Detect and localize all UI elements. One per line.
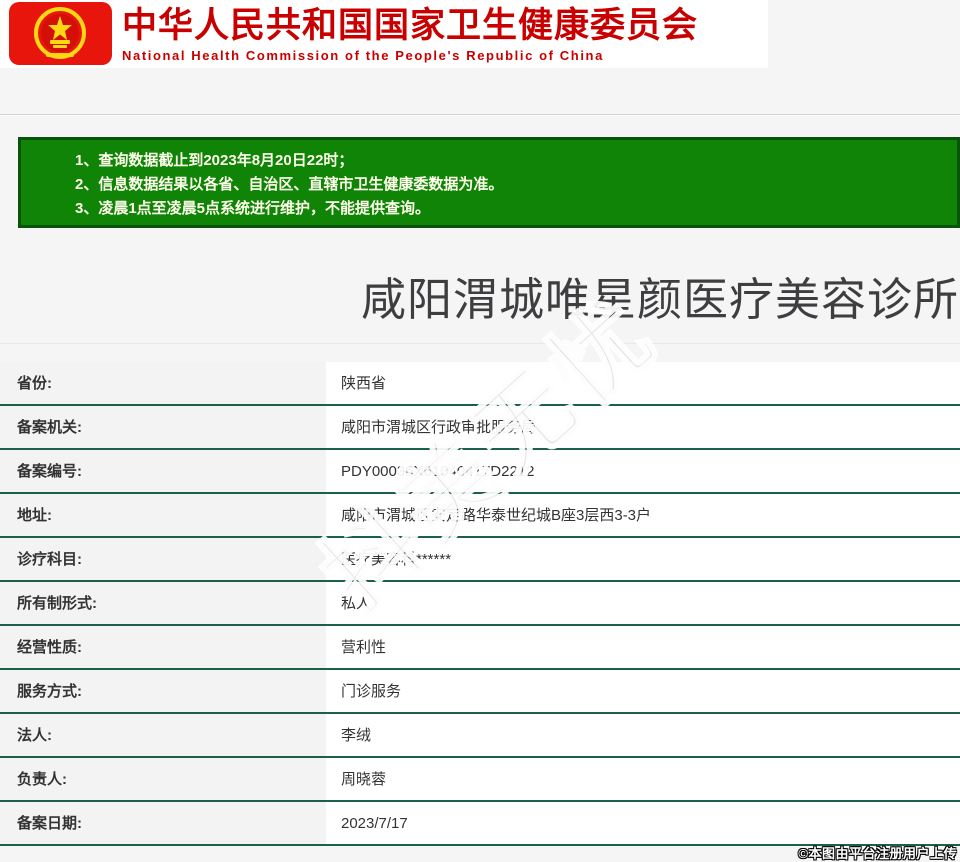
notice-box: 1、查询数据截止到2023年8月20日22时； 2、信息数据结果以各省、自治区、… bbox=[18, 137, 960, 228]
table-row-service-mode: 服务方式: 门诊服务 bbox=[0, 670, 960, 714]
field-label: 法人: bbox=[0, 714, 326, 756]
table-row-legal-person: 法人: 李绒 bbox=[0, 714, 960, 758]
field-label: 备案机关: bbox=[0, 406, 326, 448]
site-header: 中华人民共和国国家卫生健康委员会 National Health Commiss… bbox=[0, 0, 768, 68]
site-title-english: National Health Commission of the People… bbox=[122, 48, 762, 64]
field-label: 服务方式: bbox=[0, 670, 326, 712]
field-label: 省份: bbox=[0, 362, 326, 404]
field-value: PDY00036X61040417D2212 bbox=[326, 450, 960, 492]
table-row-filing-date: 备案日期: 2023/7/17 bbox=[0, 802, 960, 846]
field-value: 营利性 bbox=[326, 626, 960, 668]
field-value: 李绒 bbox=[326, 714, 960, 756]
table-row-filing-number: 备案编号: PDY00036X61040417D2212 bbox=[0, 450, 960, 494]
table-row-address: 地址: 咸阳市渭城区安定路华泰世纪城B座3层西3-3户 bbox=[0, 494, 960, 538]
table-row-province: 省份: 陕西省 bbox=[0, 362, 960, 406]
field-value: 私人 bbox=[326, 582, 960, 624]
table-row-business-nature: 经营性质: 营利性 bbox=[0, 626, 960, 670]
table-row-treatment-subjects: 诊疗科目: 医疗美容科****** bbox=[0, 538, 960, 582]
field-value: 咸阳市渭城区行政审批服务局 bbox=[326, 406, 960, 448]
field-label: 诊疗科目: bbox=[0, 538, 326, 580]
field-label: 备案编号: bbox=[0, 450, 326, 492]
field-label: 地址: bbox=[0, 494, 326, 536]
field-value: 2023/7/17 bbox=[326, 802, 960, 844]
field-value: 医疗美容科****** bbox=[326, 538, 960, 580]
table-row-filing-authority: 备案机关: 咸阳市渭城区行政审批服务局 bbox=[0, 406, 960, 450]
field-value: 咸阳市渭城区安定路华泰世纪城B座3层西3-3户 bbox=[326, 494, 960, 536]
notice-item: 3、凌晨1点至凌晨5点系统进行维护，不能提供查询。 bbox=[75, 197, 947, 221]
field-label: 备案日期: bbox=[0, 802, 326, 844]
clinic-name-title: 咸阳渭城唯星颜医疗美容诊所 bbox=[360, 272, 960, 328]
section-divider bbox=[0, 343, 960, 344]
notice-item: 1、查询数据截止到2023年8月20日22时； bbox=[75, 149, 947, 173]
field-label: 经营性质: bbox=[0, 626, 326, 668]
table-row-ownership-form: 所有制形式: 私人 bbox=[0, 582, 960, 626]
copyright-stamp: ©本图由平台注册用户上传 bbox=[798, 843, 957, 862]
field-value: 陕西省 bbox=[326, 362, 960, 404]
table-row-person-in-charge: 负责人: 周晓蓉 bbox=[0, 758, 960, 802]
field-label: 负责人: bbox=[0, 758, 326, 800]
header-divider bbox=[0, 114, 960, 116]
field-value: 门诊服务 bbox=[326, 670, 960, 712]
site-title-chinese: 中华人民共和国国家卫生健康委员会 bbox=[122, 5, 762, 47]
notice-item: 2、信息数据结果以各省、自治区、直辖市卫生健康委数据为准。 bbox=[75, 173, 947, 197]
header-titles: 中华人民共和国国家卫生健康委员会 National Health Commiss… bbox=[122, 5, 762, 64]
field-value: 周晓蓉 bbox=[326, 758, 960, 800]
national-emblem-icon bbox=[9, 2, 112, 65]
record-table: 省份: 陕西省 备案机关: 咸阳市渭城区行政审批服务局 备案编号: PDY000… bbox=[0, 362, 960, 862]
field-label: 所有制形式: bbox=[0, 582, 326, 624]
